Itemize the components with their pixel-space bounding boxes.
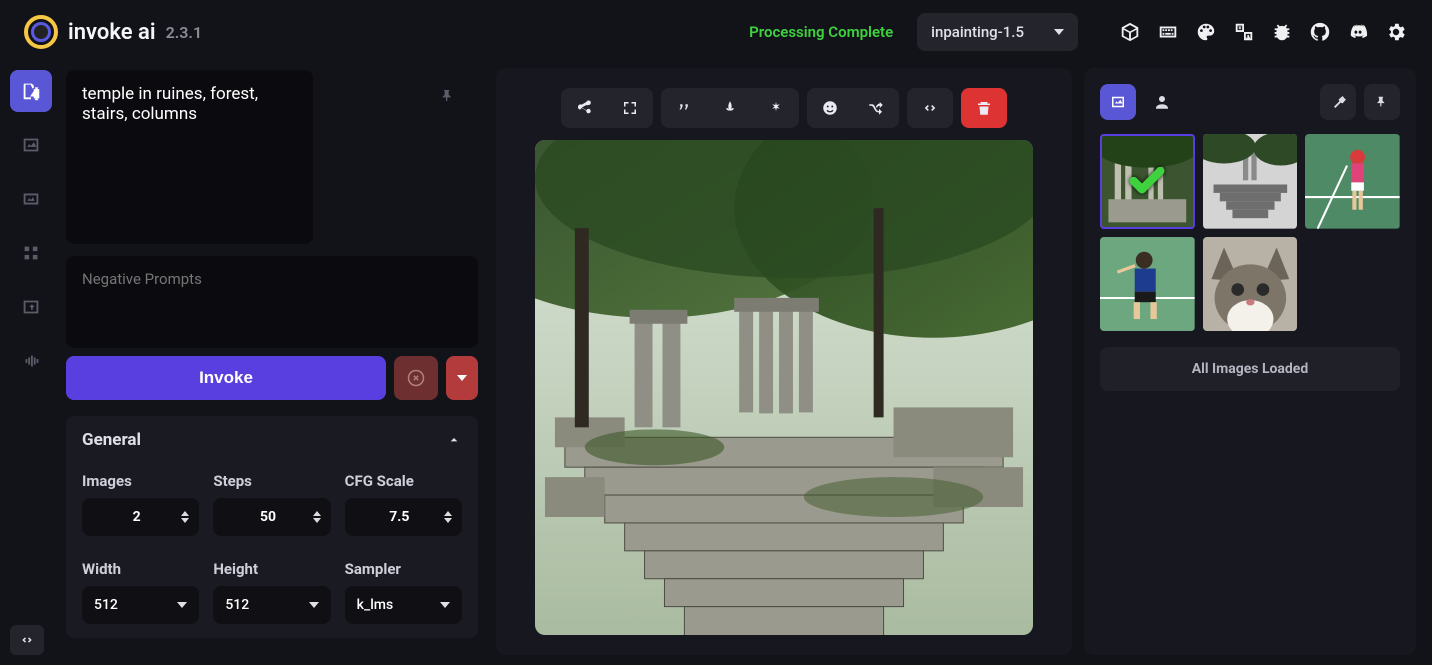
check-icon (1100, 134, 1195, 229)
github-icon[interactable] (1308, 20, 1332, 44)
width-label: Width (82, 560, 199, 578)
gallery-settings-button[interactable] (1320, 84, 1356, 120)
prompt-input[interactable] (66, 70, 313, 244)
chevron-down-icon (457, 375, 467, 381)
thumb-boy-tennis[interactable] (1100, 237, 1195, 332)
width-select[interactable]: 512 (82, 586, 199, 624)
general-section: General Images 2 Steps 50 CFG Scale 7.5 … (66, 416, 478, 638)
height-label: Height (213, 560, 330, 578)
thumb-stairs[interactable] (1203, 134, 1298, 229)
nav-image-to-image[interactable] (10, 124, 52, 166)
nav-text-to-image[interactable] (10, 70, 52, 112)
use-seed-button[interactable] (707, 88, 753, 128)
translate-icon[interactable] (1232, 20, 1256, 44)
general-header[interactable]: General (82, 430, 462, 462)
palette-icon[interactable] (1194, 20, 1218, 44)
shuffle-button[interactable] (853, 88, 899, 128)
thumb-tennis-red[interactable] (1305, 134, 1400, 229)
invoke-menu-button[interactable] (446, 356, 478, 400)
keyboard-icon[interactable] (1156, 20, 1180, 44)
pin-icon[interactable] (440, 88, 456, 108)
images-input[interactable]: 2 (82, 498, 199, 536)
nav-audio[interactable] (10, 340, 52, 382)
gallery-pin-button[interactable] (1364, 84, 1400, 120)
steps-label: Steps (213, 472, 330, 490)
use-prompt-button[interactable] (661, 88, 707, 128)
expand-button[interactable] (607, 88, 653, 128)
discord-icon[interactable] (1346, 20, 1370, 44)
delete-button[interactable] (961, 88, 1007, 128)
app-version: 2.3.1 (166, 23, 203, 42)
gallery-image-tab[interactable] (1100, 84, 1136, 120)
face-restore-button[interactable] (807, 88, 853, 128)
chevron-up-icon (446, 432, 462, 448)
chevron-down-icon (1054, 29, 1064, 35)
cancel-button[interactable] (394, 356, 438, 400)
share-button[interactable] (561, 88, 607, 128)
code-button[interactable] (907, 88, 953, 128)
status-text: Processing Complete (749, 23, 893, 41)
use-all-button[interactable] (753, 88, 799, 128)
nav-canvas[interactable] (10, 178, 52, 220)
gallery-user-tab[interactable] (1144, 84, 1180, 120)
height-select[interactable]: 512 (213, 586, 330, 624)
cube-icon[interactable] (1118, 20, 1142, 44)
invoke-button[interactable]: Invoke (66, 356, 386, 400)
sampler-select[interactable]: k_lms (345, 586, 462, 624)
nav-nodes[interactable] (10, 232, 52, 274)
brand-name: invoke ai (68, 20, 156, 45)
app-logo: invoke ai 2.3.1 (24, 15, 202, 49)
model-select-value: inpainting-1.5 (931, 23, 1024, 41)
bug-icon[interactable] (1270, 20, 1294, 44)
negative-prompt-input[interactable] (66, 256, 478, 348)
thumb-temple-ruins[interactable] (1100, 134, 1195, 229)
model-select[interactable]: inpainting-1.5 (917, 13, 1078, 51)
general-title: General (82, 430, 141, 450)
sampler-label: Sampler (345, 560, 462, 578)
preview-image[interactable] (535, 140, 1033, 635)
all-loaded-label: All Images Loaded (1100, 347, 1400, 391)
settings-icon[interactable] (1384, 20, 1408, 44)
logo-icon (24, 15, 58, 49)
thumb-cat[interactable] (1203, 237, 1298, 332)
dev-console-button[interactable] (10, 625, 44, 655)
cfg-input[interactable]: 7.5 (345, 498, 462, 536)
images-label: Images (82, 472, 199, 490)
nav-upscale[interactable] (10, 286, 52, 328)
steps-input[interactable]: 50 (213, 498, 330, 536)
cfg-label: CFG Scale (345, 472, 462, 490)
